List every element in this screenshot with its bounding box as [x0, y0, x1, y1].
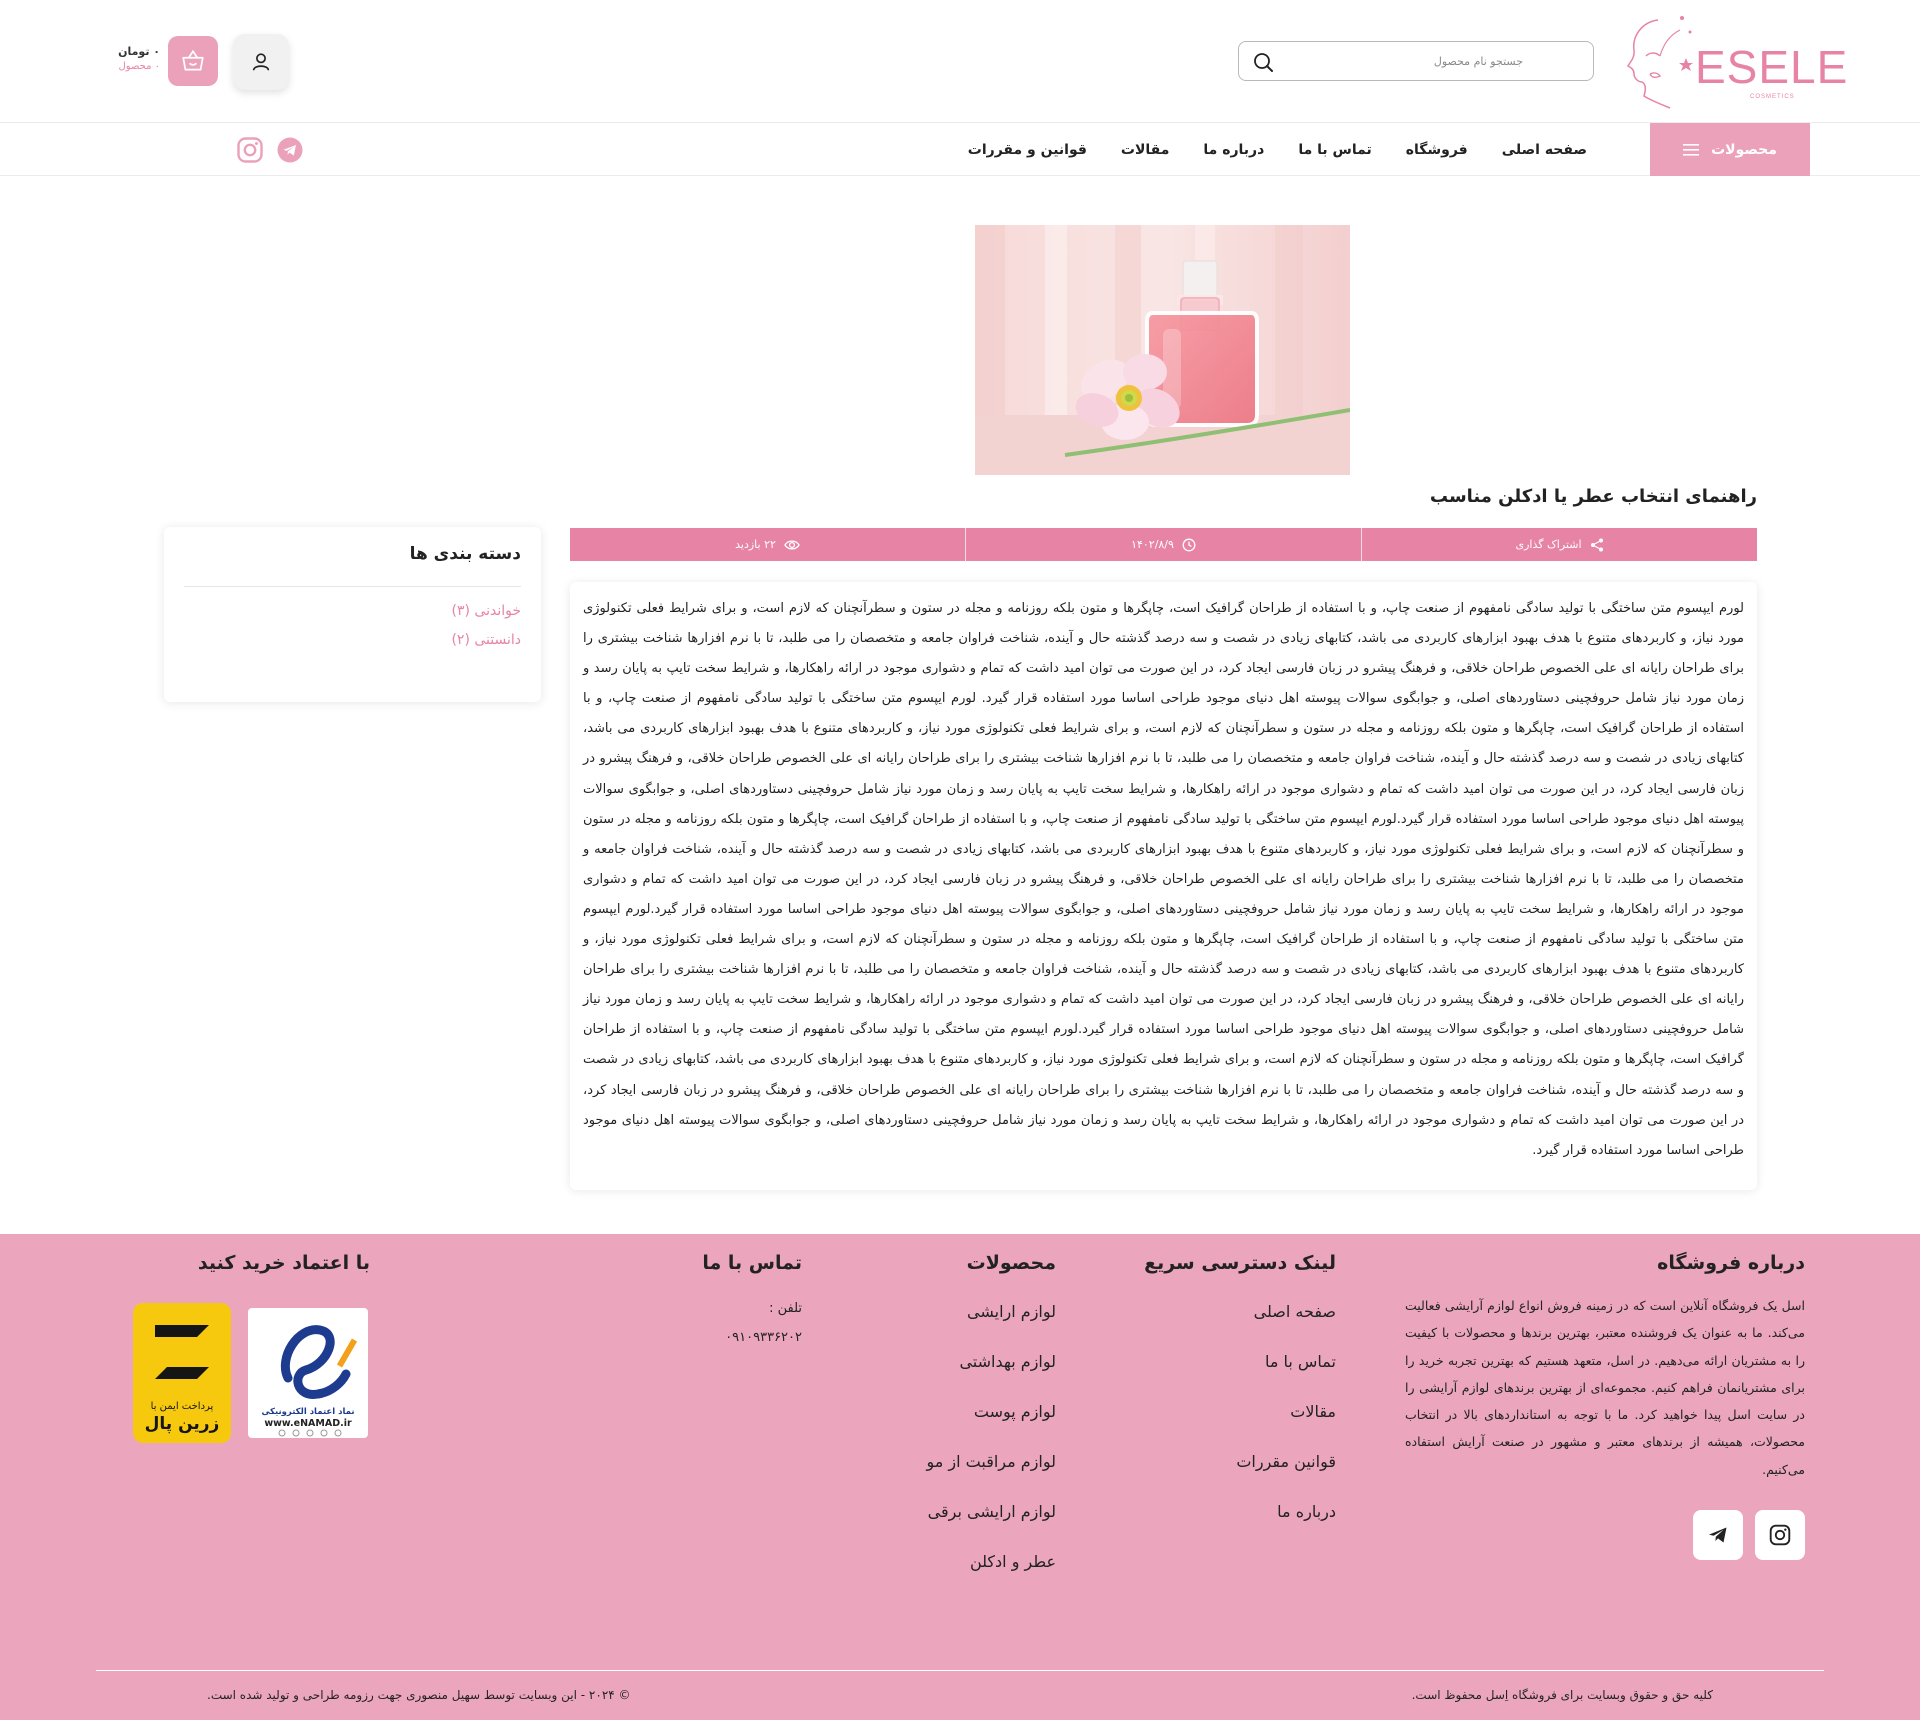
article-body: لورم ایپسوم متن ساختگی با تولید سادگی نا… [583, 601, 1744, 1158]
footer-copyright: کلیه حق و حقوق وبسایت برای فروشگاه اِسل … [1411, 1688, 1713, 1702]
share-label: اشتراک گذاری [1515, 538, 1582, 551]
footer-trust: با اعتماد خرید کنید [198, 1252, 370, 1274]
instagram-icon [1769, 1524, 1791, 1546]
hamburger-icon [1683, 143, 1700, 156]
sidebar-title: دسته بندی ها [409, 544, 521, 564]
footer-phone-label: تلفن : [769, 1301, 802, 1316]
footer-contact-title: تماس با ما [702, 1252, 802, 1274]
footer-contact: تماس با ما تلفن : ۰۹۱۰۹۳۳۶۲۰۲ [702, 1252, 802, 1345]
nav-item-home[interactable]: صفحه اصلی [1502, 142, 1587, 158]
article-hero-image [975, 225, 1350, 475]
cart-count: ۰ محصول [118, 61, 160, 72]
categories-label: محصولات [1711, 141, 1777, 158]
footer-telegram-link[interactable] [1693, 1510, 1743, 1560]
footer-product-hair[interactable]: لوازم مراقبت از مو [926, 1452, 1056, 1471]
footer-product-skin[interactable]: لوازم پوست [926, 1402, 1056, 1421]
logo-wordmark: ESELE [1695, 41, 1849, 93]
footer-divider [96, 1670, 1824, 1671]
footer-links-title: لینک دسترسی سریع [1144, 1252, 1336, 1274]
zarinpal-caption: پرداخت ایمن با [151, 1401, 214, 1412]
footer-links-list: صفحه اصلی تماس با ما مقالات قوانین مقررا… [1144, 1302, 1336, 1521]
footer-quick-links: لینک دسترسی سریع صفحه اصلی تماس با ما مق… [1144, 1252, 1336, 1552]
footer-products-title: محصولات [966, 1252, 1056, 1274]
enamad-caption: نماد اعتماد الکترونیکی [261, 1407, 354, 1417]
clock-icon [1182, 538, 1196, 551]
footer-link-rules[interactable]: قوانین مقررات [1144, 1452, 1336, 1471]
logo-tagline: COSMETICS [1750, 94, 1795, 100]
categories-sidebar: دسته بندی ها خواندنی (۳) دانستنی (۲) [164, 527, 541, 702]
footer-link-about[interactable]: درباره ما [1144, 1502, 1336, 1521]
search-box [1238, 41, 1594, 81]
footer-product-makeup[interactable]: لوازم ارایشی [926, 1302, 1056, 1321]
nav-item-contact[interactable]: تماس با ما [1298, 142, 1371, 158]
nav-item-rules[interactable]: قوانین و مقررات [968, 142, 1087, 158]
perfume-image [975, 225, 1350, 475]
eye-icon [784, 539, 800, 550]
enamad-badge[interactable]: نماد اعتماد الکترونیکی www.eNAMAD.ir [248, 1308, 368, 1438]
article-meta-bar: اشتراک گذاری ۱۴۰۲/۸/۹ ۲۲ بازدید [570, 528, 1757, 561]
footer-product-perfume[interactable]: عطر و ادکلن [926, 1552, 1056, 1571]
header-top: ESELE COSMETICS ۰ تومان ۰ محصول [0, 0, 1920, 123]
enamad-logo: نماد اعتماد الکترونیکی www.eNAMAD.ir [261, 1325, 358, 1437]
article-views: ۲۲ بازدید [570, 528, 965, 561]
header-social [236, 136, 304, 164]
footer-product-electric[interactable]: لوازم ارایشی برقی [926, 1502, 1056, 1521]
footer-phone-number[interactable]: ۰۹۱۰۹۳۳۶۲۰۲ [702, 1330, 802, 1345]
site-logo[interactable]: ESELE COSMETICS [1620, 12, 1847, 112]
zarinpal-badge[interactable]: پرداخت ایمن با زرین پال [133, 1303, 231, 1443]
footer-social [1693, 1510, 1805, 1560]
nav-item-articles[interactable]: مقالات [1121, 142, 1170, 158]
article-date-value: ۱۴۰۲/۸/۹ [1131, 538, 1174, 551]
footer-about-text: اسل یک فروشگاه آنلاین است که در زمینه فر… [1405, 1298, 1805, 1477]
nav-item-about[interactable]: درباره ما [1203, 142, 1264, 158]
telegram-link[interactable] [276, 136, 304, 164]
footer-link-home[interactable]: صفحه اصلی [1144, 1302, 1336, 1321]
article-date: ۱۴۰۲/۸/۹ [965, 528, 1361, 561]
instagram-icon [237, 137, 263, 163]
article-views-value: ۲۲ بازدید [735, 538, 776, 551]
search-icon[interactable] [1251, 50, 1275, 74]
telegram-icon [277, 137, 303, 163]
footer-about-title: درباره فروشگاه [1657, 1252, 1805, 1274]
sidebar-category-list: خواندنی (۳) دانستنی (۲) [451, 603, 521, 661]
share-button[interactable]: اشتراک گذاری [1361, 528, 1757, 561]
footer-products-list: لوازم ارایشی لوازم بهداشتی لوازم پوست لو… [926, 1302, 1056, 1571]
footer-about: درباره فروشگاه اسل یک فروشگاه آنلاین است… [1405, 1252, 1805, 1483]
logo-face-icon [1626, 16, 1693, 109]
sidebar-item-readable[interactable]: خواندنی (۳) [451, 603, 522, 619]
zarinpal-name: زرین پال [145, 1414, 220, 1434]
search-input[interactable] [1293, 51, 1523, 71]
footer-link-contact[interactable]: تماس با ما [1144, 1352, 1336, 1371]
article-content-card: لورم ایپسوم متن ساختگی با تولید سادگی نا… [570, 582, 1757, 1190]
categories-button[interactable]: محصولات [1650, 123, 1810, 176]
basket-icon [182, 49, 204, 71]
cart-button[interactable] [168, 36, 218, 86]
sidebar-item-knowledge[interactable]: دانستنی (۲) [451, 632, 521, 648]
enamad-url: www.eNAMAD.ir [264, 1418, 352, 1429]
user-icon [252, 53, 270, 71]
share-icon [1590, 538, 1603, 551]
footer-instagram-link[interactable] [1755, 1510, 1805, 1560]
site-footer: درباره فروشگاه اسل یک فروشگاه آنلاین است… [0, 1234, 1920, 1720]
nav-item-shop[interactable]: فروشگاه [1406, 142, 1468, 158]
footer-trust-title: با اعتماد خرید کنید [197, 1252, 370, 1274]
nav-menu: صفحه اصلی فروشگاه تماس با ما درباره ما م… [968, 123, 1587, 176]
cart-summary[interactable]: ۰ تومان ۰ محصول [96, 45, 160, 72]
sidebar-divider [184, 586, 521, 587]
instagram-link[interactable] [236, 136, 264, 164]
footer-link-articles[interactable]: مقالات [1144, 1402, 1336, 1421]
cart-total: ۰ تومان [118, 45, 160, 58]
footer-products: محصولات لوازم ارایشی لوازم بهداشتی لوازم… [926, 1252, 1056, 1602]
zarinpal-logo: پرداخت ایمن با زرین پال [145, 1325, 220, 1434]
account-button[interactable] [233, 34, 289, 90]
footer-credit: © ۲۰۲۴ - این وبسایت توسط سهیل منصوری جهت… [207, 1688, 631, 1702]
footer-product-hygiene[interactable]: لوازم بهداشتی [926, 1352, 1056, 1371]
telegram-icon [1709, 1527, 1727, 1543]
article-title: راهنمای انتخاب عطر یا ادکلن مناسب [1429, 486, 1757, 507]
